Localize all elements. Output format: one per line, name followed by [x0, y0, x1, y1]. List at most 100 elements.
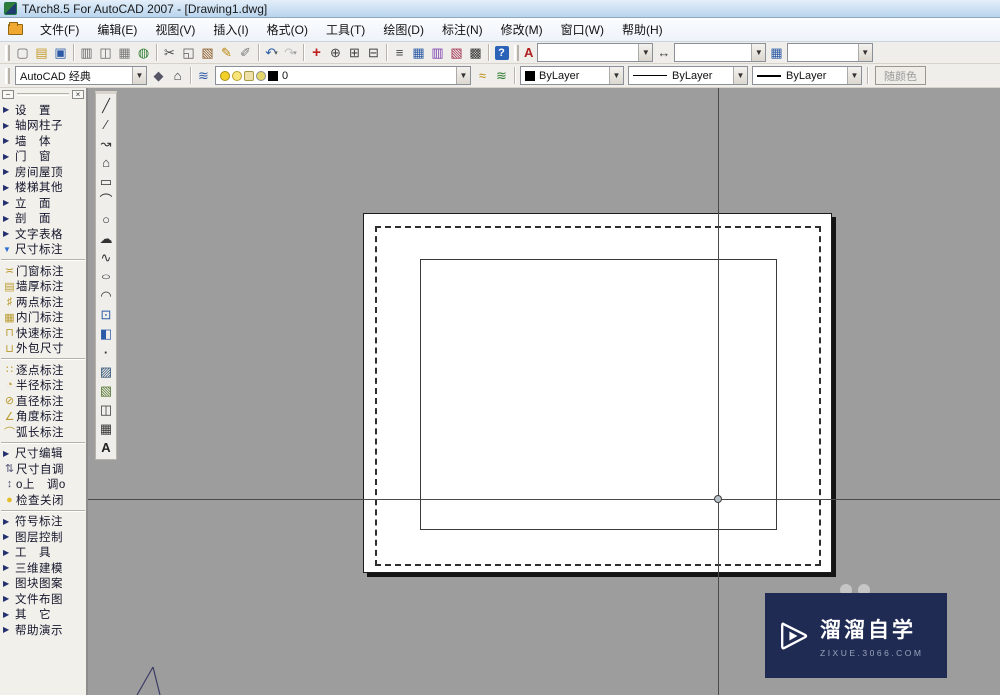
redo-button[interactable]: ↷ ▾	[281, 43, 300, 62]
layer-previous-button[interactable]: ≈	[473, 66, 492, 85]
sidebar-item-wall[interactable]: ▶ 墙 体	[0, 133, 86, 149]
zoom-realtime-button[interactable]: ⊕	[326, 43, 345, 62]
menu-draw[interactable]: 绘图(D)	[374, 18, 433, 41]
line-button[interactable]: ╱	[97, 96, 115, 115]
dim-style-combo[interactable]: ▼	[674, 43, 767, 62]
layer-combo[interactable]: 0 ▼	[215, 66, 471, 85]
quickcalc-button[interactable]: ▩	[466, 43, 485, 62]
tool-palettes-button[interactable]: ▥	[428, 43, 447, 62]
designcenter-button[interactable]: ▦	[409, 43, 428, 62]
chevron-down-icon[interactable]: ▼	[132, 67, 146, 84]
properties-button[interactable]: ≡	[390, 43, 409, 62]
point-button[interactable]: ·	[97, 343, 115, 362]
palette-close-button[interactable]: ×	[72, 89, 84, 99]
markup-button[interactable]: ▧	[447, 43, 466, 62]
layer-properties-button[interactable]: ≋	[194, 66, 213, 85]
chevron-down-icon[interactable]: ▼	[751, 44, 766, 61]
sidebar-item-adjust-toggle[interactable]: ↕ o上 调o	[0, 477, 86, 493]
paste-button[interactable]: ▧	[198, 43, 217, 62]
sidebar-item-point-by-point-dim[interactable]: ∷ 逐点标注	[0, 362, 86, 378]
layer-lock-icon[interactable]	[244, 70, 254, 81]
sidebar-item-door-window-dim[interactable]: ≍ 门窗标注	[0, 263, 86, 279]
sidebar-item-layer-control[interactable]: ▶ 图层控制	[0, 529, 86, 545]
my-workspace-button[interactable]: ⌂	[168, 66, 187, 85]
spline-button[interactable]: ∿	[97, 248, 115, 267]
sidebar-item-inner-door-dim[interactable]: ▦ 内门标注	[0, 310, 86, 326]
sidebar-item-file-layout[interactable]: ▶ 文件布图	[0, 591, 86, 607]
ellipse-arc-button[interactable]: ◠	[97, 286, 115, 305]
layer-states-button[interactable]: ≋	[492, 66, 511, 85]
mtext-button[interactable]: A	[97, 438, 115, 457]
web-button[interactable]: ◍	[134, 43, 153, 62]
palette-minimize-button[interactable]: −	[2, 89, 14, 99]
table-button[interactable]: ▦	[97, 419, 115, 438]
inner-viewport-rect[interactable]	[420, 259, 777, 530]
sidebar-item-check-close[interactable]: ● 检查关闭	[0, 492, 86, 508]
open-file-button[interactable]: ▤	[32, 43, 51, 62]
sidebar-item-arc-length-dim[interactable]: ⌒ 弧长标注	[0, 424, 86, 440]
plot-preview-button[interactable]: ◫	[96, 43, 115, 62]
publish-button[interactable]: ▦	[115, 43, 134, 62]
sidebar-item-settings[interactable]: ▶ 设 置	[0, 102, 86, 118]
pan-button[interactable]: +	[307, 43, 326, 62]
chevron-down-icon[interactable]: ▼	[847, 67, 861, 84]
sidebar-item-diameter-dim[interactable]: ⊘ 直径标注	[0, 393, 86, 409]
sidebar-item-section[interactable]: ▶ 剖 面	[0, 211, 86, 227]
lineweight-combo[interactable]: ByLayer ▼	[752, 66, 862, 85]
palette-drag-handle[interactable]	[17, 92, 69, 96]
sidebar-item-dimension[interactable]: ▼ 尺寸标注	[0, 242, 86, 258]
sidebar-item-dim-edit[interactable]: ▶ 尺寸编辑	[0, 446, 86, 462]
toolbar-grip[interactable]	[5, 44, 10, 61]
arc-button[interactable]: ⌒	[97, 191, 115, 210]
menu-window[interactable]: 窗口(W)	[552, 18, 613, 41]
zoom-previous-button[interactable]: ⊟	[364, 43, 383, 62]
undo-button[interactable]: ↶ ▾	[262, 43, 281, 62]
menu-dimension[interactable]: 标注(N)	[433, 18, 492, 41]
layer-freeze-sun-icon[interactable]	[232, 70, 242, 81]
sidebar-item-two-point-dim[interactable]: ♯ 两点标注	[0, 294, 86, 310]
construction-line-button[interactable]: ∕	[97, 115, 115, 134]
sidebar-item-axis-grid-column[interactable]: ▶ 轴网柱子	[0, 118, 86, 134]
menu-format[interactable]: 格式(O)	[258, 18, 317, 41]
polyline-button[interactable]: ↝	[97, 134, 115, 153]
cut-button[interactable]: ✂	[160, 43, 179, 62]
color-combo[interactable]: ByLayer ▼	[520, 66, 624, 85]
sidebar-item-symbol-dim[interactable]: ▶ 符号标注	[0, 514, 86, 530]
ellipse-button[interactable]: ○	[97, 267, 115, 286]
gradient-button[interactable]: ▧	[97, 381, 115, 400]
chevron-down-icon[interactable]: ▼	[857, 44, 872, 61]
workspace-combo[interactable]: AutoCAD 经典 ▼	[15, 66, 147, 85]
save-file-button[interactable]: ▣	[51, 43, 70, 62]
sidebar-item-help-demo[interactable]: ▶ 帮助演示	[0, 622, 86, 638]
region-button[interactable]: ◫	[97, 400, 115, 419]
chevron-down-icon[interactable]: ▼	[638, 44, 653, 61]
toolbar-grip[interactable]	[5, 67, 10, 84]
make-block-button[interactable]: ◧	[97, 324, 115, 343]
sidebar-item-quick-dim[interactable]: ⊓ 快速标注	[0, 325, 86, 341]
layer-on-bulb-icon[interactable]	[220, 70, 230, 81]
sidebar-item-wall-thickness-dim[interactable]: ▤ 墙厚标注	[0, 279, 86, 295]
text-style-combo[interactable]: ▼	[537, 43, 654, 62]
sidebar-item-angle-dim[interactable]: ∠ 角度标注	[0, 409, 86, 425]
circle-button[interactable]: ○	[97, 210, 115, 229]
dropdown-arrow-icon[interactable]: ▾	[274, 49, 278, 57]
polygon-button[interactable]: ⌂	[97, 153, 115, 172]
menu-view[interactable]: 视图(V)	[146, 18, 204, 41]
toolbar-grip[interactable]	[514, 44, 519, 61]
drawing-canvas[interactable]: ╱ ∕ ↝ ⌂ ▭ ⌒ ○ ☁ ∿ ○ ◠ ⊡ ◧ · ▨ ▧ ◫ ▦ A 溜溜自学 ZIXUE	[88, 88, 1000, 695]
revision-cloud-button[interactable]: ☁	[97, 229, 115, 248]
rectangle-button[interactable]: ▭	[97, 172, 115, 191]
hatch-button[interactable]: ▨	[97, 362, 115, 381]
layer-plot-icon[interactable]	[256, 70, 266, 81]
sidebar-item-radius-dim[interactable]: ◔ 半径标注	[0, 378, 86, 394]
menu-edit[interactable]: 编辑(E)	[88, 18, 146, 41]
chevron-down-icon[interactable]: ▼	[609, 67, 623, 84]
plot-button[interactable]: ▥	[77, 43, 96, 62]
copy-button[interactable]: ◱	[179, 43, 198, 62]
sidebar-item-tools[interactable]: ▶ 工 具	[0, 545, 86, 561]
menu-file[interactable]: 文件(F)	[31, 18, 88, 41]
sidebar-item-other[interactable]: ▶ 其 它	[0, 607, 86, 623]
sidebar-item-3d-modeling[interactable]: ▶ 三维建模	[0, 560, 86, 576]
help-button[interactable]: ?	[492, 43, 511, 62]
chevron-down-icon[interactable]: ▼	[456, 67, 470, 84]
